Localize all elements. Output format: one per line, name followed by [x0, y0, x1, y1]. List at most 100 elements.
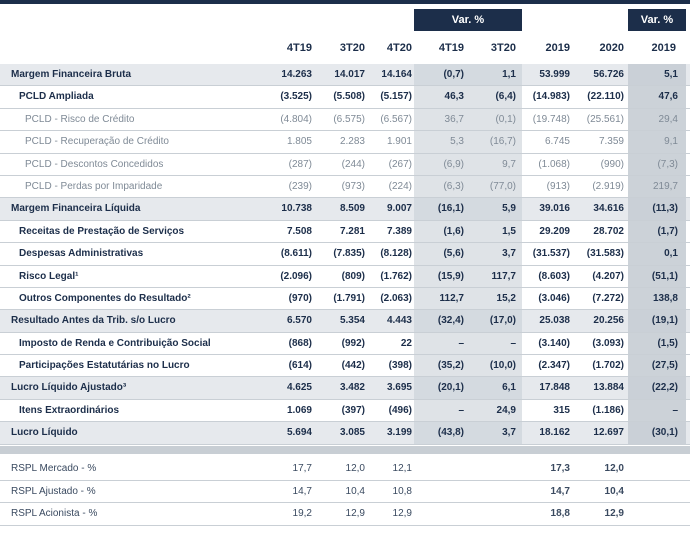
table-cell: (32,4) [437, 315, 464, 327]
table-cell: (19,1) [651, 315, 678, 327]
table-cell: (22,2) [651, 382, 678, 394]
table-cell: (7.272) [592, 292, 624, 304]
table-cell: 6.570 [286, 315, 312, 327]
table-cell: 315 [553, 404, 570, 416]
table-cell: (398) [388, 360, 412, 372]
col-header-2020: 2020 [599, 42, 624, 54]
table-row: PCLD - Risco de Crédito (4.804) (6.575) (6.… [0, 109, 690, 132]
table-cell: (6,3) [443, 180, 464, 192]
table-cell: 10.738 [281, 203, 312, 215]
row-label: Lucro Líquido [11, 427, 78, 439]
table-cell: (970) [288, 292, 312, 304]
table-cell: 3,7 [502, 248, 516, 260]
table-cell: 56.726 [593, 69, 624, 80]
table-cell: 36,7 [444, 113, 464, 125]
rspl-table: RSPL Mercado - % 17,7 12,0 12,1 17,3 12,0 RSPL… [0, 458, 690, 527]
table-cell: 20.256 [593, 315, 624, 327]
table-cell: 9,1 [664, 136, 678, 148]
table-row: Outros Componentes do Resultado² (970) (1.… [0, 288, 690, 311]
table-cell: (16,7) [489, 136, 516, 148]
row-label: Itens Extraordinários [19, 404, 120, 416]
row-label: Margem Financeira Líquida [11, 203, 141, 215]
rspl-label: RSPL Ajustado - % [11, 485, 96, 497]
table-cell: – [458, 337, 464, 349]
row-label: PCLD - Perdas por Imparidade [25, 180, 163, 192]
table-cell: (1.762) [380, 270, 412, 282]
table-cell: 15,2 [496, 292, 516, 304]
table-cell: (4.804) [280, 113, 312, 125]
table-cell: (1,7) [657, 225, 678, 237]
row-label: PCLD - Recuperação de Crédito [25, 136, 169, 148]
table-cell: (5.157) [380, 91, 412, 103]
table-cell: (990) [600, 158, 624, 170]
row-label: Resultado Antes da Trib. s/o Lucro [11, 315, 176, 327]
table-cell: – [672, 404, 678, 416]
table-cell: (6.567) [380, 113, 412, 125]
table-cell: (6,9) [443, 158, 464, 170]
rspl-cell: 14,7 [292, 485, 312, 497]
table-row: PCLD - Descontos Concedidos (287) (244) (26… [0, 154, 690, 176]
table-row: Despesas Administrativas (8.611) (7.835) (8… [0, 243, 690, 266]
table-cell: 4.625 [286, 382, 312, 394]
table-row: Resultado Antes da Trib. s/o Lucro 6.570 5… [0, 310, 690, 333]
table-cell: 24,9 [496, 404, 516, 416]
table-cell: 39.016 [539, 203, 570, 215]
var-header-quarter: Var. % [414, 9, 522, 31]
table-cell: (8.611) [280, 248, 312, 260]
table-cell: 34.616 [593, 203, 624, 215]
rspl-cell: 12,1 [392, 463, 412, 474]
table-cell: – [458, 404, 464, 416]
table-cell: (3.046) [538, 292, 570, 304]
table-cell: (614) [288, 360, 312, 372]
table-cell: (15,9) [437, 270, 464, 282]
table-cell: 22 [400, 337, 412, 349]
table-cell: (3.525) [280, 91, 312, 103]
table-cell: 53.999 [539, 69, 570, 80]
table-cell: (19.748) [532, 113, 570, 125]
table-cell: 1,5 [502, 225, 516, 237]
table-cell: (17,0) [489, 315, 516, 327]
table-cell: (20,1) [437, 382, 464, 394]
table-cell: 14.263 [281, 69, 312, 80]
table-cell: (77,0) [489, 180, 516, 192]
row-label: PCLD Ampliada [19, 91, 94, 103]
table-cell: 7.389 [386, 225, 412, 237]
table-cell: 1.805 [286, 136, 312, 148]
rspl-cell: 10,4 [604, 485, 624, 497]
table-cell: (31.537) [532, 248, 570, 260]
rspl-cell: 12,9 [604, 508, 624, 520]
section-separator [0, 446, 690, 454]
table-cell: (22.110) [587, 91, 624, 103]
rspl-cell: 12,9 [392, 508, 412, 520]
table-cell: 3,7 [502, 427, 516, 439]
row-label: Lucro Líquido Ajustado³ [11, 382, 127, 394]
table-cell: 46,3 [444, 91, 464, 103]
table-cell: (11,3) [652, 203, 678, 215]
table-row: PCLD Ampliada (3.525) (5.508) (5.157) 46,3 (6… [0, 86, 690, 109]
table-cell: 18.162 [539, 427, 570, 439]
table-cell: 3.199 [386, 427, 412, 439]
table-cell: (30,1) [651, 427, 678, 439]
table-cell: 5,9 [502, 203, 516, 215]
table-cell: 9,7 [502, 158, 516, 170]
table-cell: (16,1) [437, 203, 464, 215]
table-cell: 9.007 [386, 203, 412, 215]
top-rule [0, 0, 690, 4]
table-cell: 5,1 [664, 69, 678, 80]
table-cell: (1,6) [443, 225, 464, 237]
table-cell: (496) [388, 404, 412, 416]
table-row: Risco Legal¹ (2.096) (809) (1.762) (15,9) 117… [0, 266, 690, 288]
table-cell: 138,8 [652, 292, 678, 304]
rspl-cell: 10,8 [392, 485, 412, 497]
row-label: Participações Estatutárias no Lucro [19, 360, 190, 372]
table-cell: 3.695 [386, 382, 412, 394]
table-row: Imposto de Renda e Contribuição Social (8… [0, 333, 690, 356]
rspl-row: RSPL Ajustado - % 14,7 10,4 10,8 14,7 10,4 [0, 481, 690, 504]
col-header-var-4t19: 4T19 [438, 42, 464, 54]
table-cell: (8.128) [380, 248, 412, 260]
table-cell: (5,6) [443, 248, 464, 260]
table-cell: (2.096) [280, 270, 312, 282]
table-cell: (913) [546, 180, 570, 192]
table-cell: 28.702 [593, 225, 624, 237]
table-cell: – [510, 337, 516, 349]
